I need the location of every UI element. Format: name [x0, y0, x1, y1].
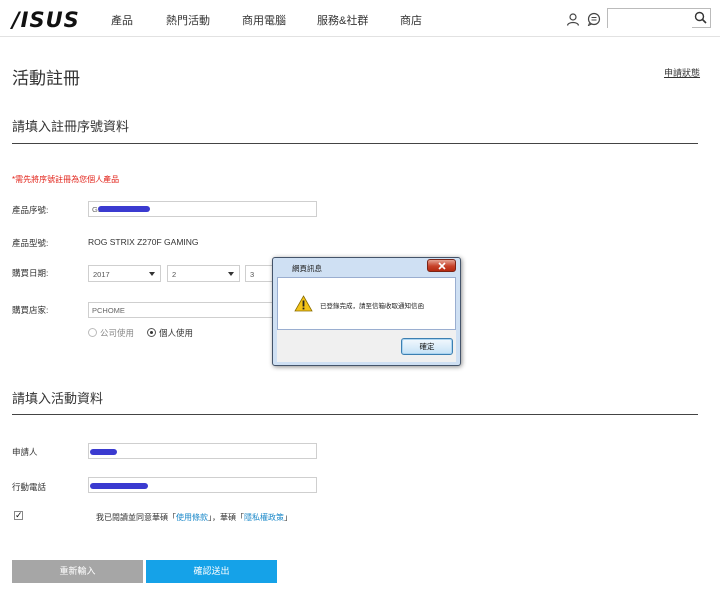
chat-icon[interactable]	[587, 12, 601, 26]
privacy-policy-link[interactable]: 隱私權政策	[244, 513, 284, 522]
applicant-label: 申請人	[12, 447, 38, 457]
radio-personal-use[interactable]: 個人使用	[147, 327, 193, 339]
nav-item-service-community[interactable]: 服務&社群	[317, 12, 368, 28]
registration-notice: *需先將序號註冊為您個人產品	[12, 175, 120, 184]
redaction-mark	[98, 206, 150, 212]
dialog-ok-button[interactable]: 確定	[401, 338, 453, 355]
nav-item-business-pc[interactable]: 商用電腦	[242, 12, 286, 28]
purchase-date-label: 購買日期:	[12, 268, 49, 278]
top-navigation-bar: /ISUS 產品 熱門活動 商用電腦 服務&社群 商店	[0, 0, 720, 37]
section-divider	[12, 414, 698, 415]
terms-of-use-link[interactable]: 使用條款	[176, 513, 208, 522]
purchase-month-value: 2	[172, 270, 177, 279]
radio-personal-label: 個人使用	[159, 328, 194, 338]
redaction-mark	[90, 483, 148, 489]
applicant-input[interactable]	[88, 443, 317, 459]
radio-button-selected[interactable]	[147, 328, 156, 337]
submit-button[interactable]: 確認送出	[146, 560, 277, 583]
agree-checkbox[interactable]: ✓	[14, 511, 23, 520]
close-icon	[438, 262, 446, 270]
section-title-registration: 請填入註冊序號資料	[12, 119, 130, 134]
store-input[interactable]: PCHOME	[88, 302, 273, 318]
redaction-mark	[90, 449, 117, 455]
warning-icon	[294, 295, 313, 312]
page-title: 活動註冊	[12, 69, 80, 88]
radio-company-use[interactable]: 公司使用	[88, 327, 134, 339]
serial-label: 產品序號:	[12, 205, 49, 215]
radio-company-label: 公司使用	[100, 328, 135, 338]
purchase-day-value: 3	[250, 270, 255, 279]
purchase-year-value: 2017	[93, 270, 110, 279]
section-divider	[12, 143, 698, 144]
asus-logo[interactable]: /ISUS	[12, 8, 80, 32]
nav-item-products[interactable]: 產品	[111, 12, 133, 28]
application-status-link[interactable]: 申請狀態	[664, 66, 700, 79]
dialog-message: 已登錄完成，請至信箱收取通知信函	[320, 303, 424, 310]
chevron-down-icon	[149, 272, 155, 276]
dialog-close-button[interactable]	[427, 259, 456, 272]
reset-button[interactable]: 重新輸入	[12, 560, 143, 583]
agreement-middle: 」，華碩「	[208, 513, 244, 522]
search-box[interactable]	[607, 8, 711, 29]
agreement-prefix: 我已閱讀並同意華碩「	[96, 513, 176, 522]
user-icon[interactable]	[566, 12, 580, 26]
store-label: 購買店家:	[12, 305, 49, 315]
web-message-dialog: 網頁訊息 已登錄完成，請至信箱收取通知信函 確定	[272, 257, 461, 366]
search-input[interactable]	[608, 10, 692, 29]
purchase-year-select[interactable]: 2017	[88, 265, 161, 282]
agreement-text: 我已閱讀並同意華碩「使用條款」，華碩「隱私權政策」	[96, 512, 292, 523]
store-value: PCHOME	[92, 306, 125, 315]
purchase-month-select[interactable]: 2	[167, 265, 240, 282]
radio-button[interactable]	[88, 328, 97, 337]
dialog-title: 網頁訊息	[292, 264, 322, 273]
phone-label: 行動電話	[12, 482, 47, 492]
model-value: ROG STRIX Z270F GAMING	[88, 237, 199, 247]
nav-item-hot-events[interactable]: 熱門活動	[166, 12, 210, 28]
section-title-event: 請填入活動資料	[12, 391, 104, 406]
search-icon[interactable]	[694, 11, 707, 24]
nav-item-store[interactable]: 商店	[400, 12, 422, 28]
agreement-suffix: 」	[284, 513, 292, 522]
dialog-body: 已登錄完成，請至信箱收取通知信函	[277, 277, 456, 330]
dialog-footer: 確定	[277, 330, 456, 362]
chevron-down-icon	[228, 272, 234, 276]
model-label: 產品型號:	[12, 238, 49, 248]
